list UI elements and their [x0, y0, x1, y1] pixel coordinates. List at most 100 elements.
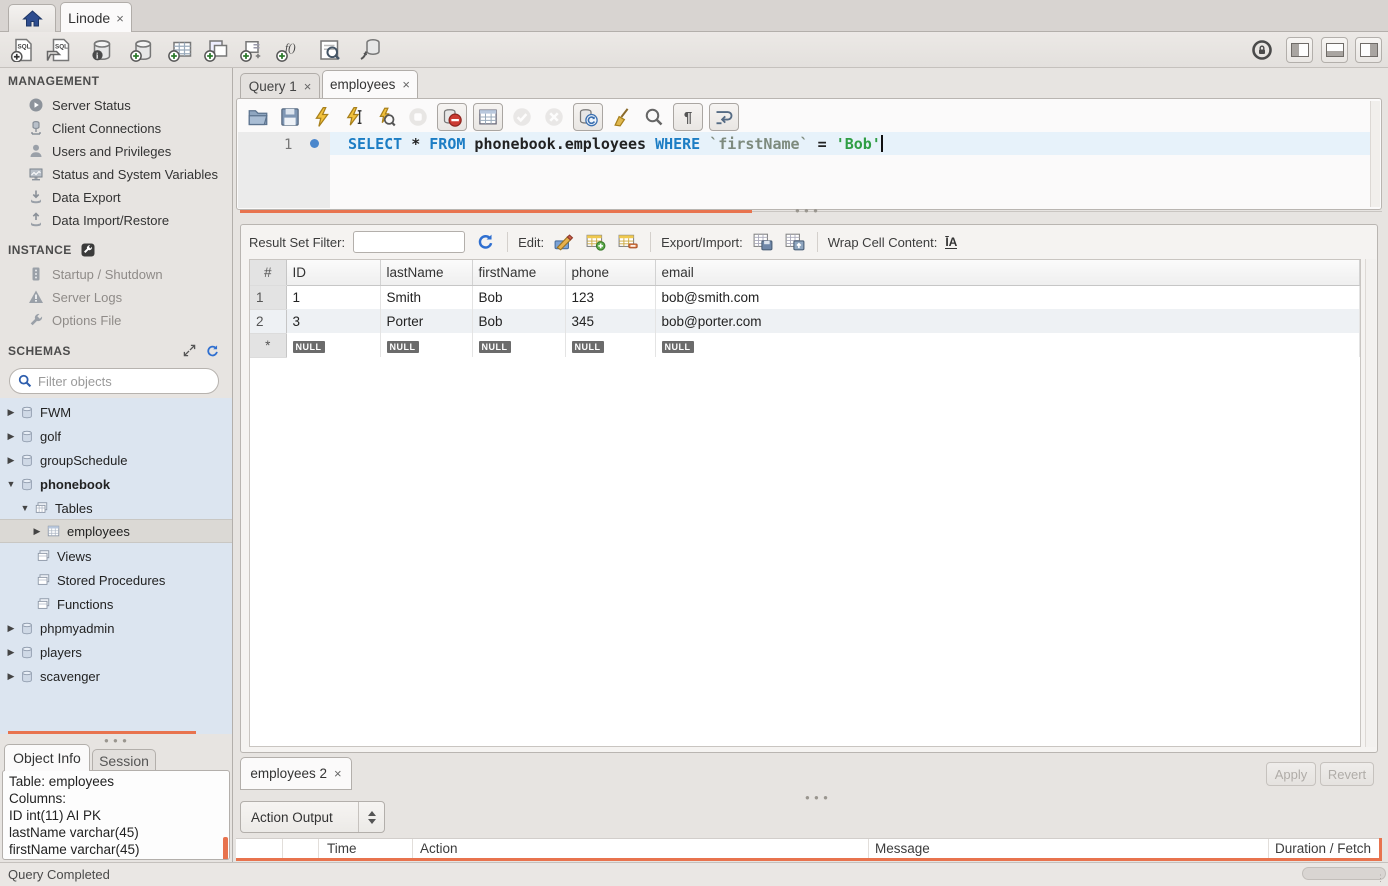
cell[interactable]: Smith — [380, 285, 472, 309]
create-table-button[interactable] — [166, 36, 194, 64]
chevron-right-icon[interactable]: ▶ — [6, 647, 16, 658]
chevron-right-icon[interactable]: ▶ — [32, 526, 42, 537]
splitter-grip[interactable]: ● ● ● — [805, 793, 829, 802]
wrap-text-toggle[interactable] — [709, 103, 739, 131]
col-header-id[interactable]: ID — [286, 260, 380, 285]
execute-button[interactable] — [309, 104, 335, 130]
autocommit-toggle[interactable] — [573, 103, 603, 131]
explain-button[interactable] — [373, 104, 399, 130]
resize-grip[interactable]: ⋮⋮ — [1376, 873, 1388, 884]
sidebar-item-users-privileges[interactable]: Users and Privileges — [28, 140, 228, 162]
col-header-rownum[interactable]: # — [250, 260, 286, 285]
refresh-icon[interactable] — [473, 231, 497, 253]
tree-node-functions[interactable]: Functions — [0, 592, 233, 616]
tab-employees-2[interactable]: employees 2 × — [240, 757, 352, 790]
result-set-filter-input[interactable] — [353, 231, 465, 253]
chevron-down-icon[interactable]: ▼ — [20, 503, 30, 513]
connection-tab-linode[interactable]: Linode × — [60, 2, 132, 33]
open-file-button[interactable] — [245, 104, 271, 130]
open-sql-script-button[interactable]: SQL — [44, 36, 72, 64]
tree-node-tables[interactable]: ▼ Tables — [0, 496, 233, 520]
output-col-action[interactable]: Action — [420, 841, 458, 856]
create-schema-button[interactable] — [128, 36, 156, 64]
create-procedure-button[interactable] — [238, 36, 266, 64]
create-function-button[interactable]: f() — [274, 36, 302, 64]
result-grid-scrollbar[interactable] — [1365, 259, 1376, 747]
chevron-right-icon[interactable]: ▶ — [6, 671, 16, 682]
null-badge[interactable]: NULL — [479, 341, 511, 353]
find-button[interactable] — [641, 104, 667, 130]
splitter-grip[interactable]: ● ● ● — [104, 736, 128, 745]
cell[interactable]: 123 — [565, 285, 655, 309]
editor-result-splitter[interactable] — [240, 210, 752, 213]
tab-session[interactable]: Session — [92, 749, 156, 771]
reconnect-dbms-button[interactable] — [356, 36, 384, 64]
tree-node-employees[interactable]: ▶ employees — [0, 519, 233, 543]
sidebar-item-status-system-variables[interactable]: Status and System Variables — [28, 163, 228, 185]
tree-node-fwm[interactable]: ▶ FWM — [0, 400, 233, 424]
export-recordset-button[interactable] — [751, 231, 775, 253]
grid-row-2[interactable]: 2 3 Porter Bob 345 bob@porter.com — [250, 309, 1360, 333]
close-icon[interactable]: × — [334, 766, 342, 781]
delete-row-button[interactable] — [616, 231, 640, 253]
tree-node-views[interactable]: Views — [0, 544, 233, 568]
null-badge[interactable]: NULL — [662, 341, 694, 353]
tab-object-info[interactable]: Object Info — [4, 744, 90, 771]
chevron-right-icon[interactable]: ▶ — [6, 431, 16, 442]
splitter-grip[interactable]: ● ● ● — [795, 206, 819, 215]
close-icon[interactable]: × — [116, 11, 124, 26]
sidebar-item-server-logs[interactable]: Server Logs — [28, 286, 228, 308]
beautify-button[interactable] — [609, 104, 635, 130]
tree-node-phonebook[interactable]: ▼ phonebook — [0, 472, 233, 496]
scrollbar-thumb[interactable] — [223, 837, 228, 860]
tree-node-stored-procedures[interactable]: Stored Procedures — [0, 568, 233, 592]
tree-node-phpmyadmin[interactable]: ▶ phpmyadmin — [0, 616, 233, 640]
cell[interactable]: 3 — [286, 309, 380, 333]
sidebar-item-server-status[interactable]: Server Status — [28, 94, 228, 116]
cell[interactable]: bob@smith.com — [655, 285, 1360, 309]
cell[interactable]: bob@porter.com — [655, 309, 1360, 333]
sidebar-item-client-connections[interactable]: Client Connections — [28, 117, 228, 139]
cell[interactable]: 1 — [286, 285, 380, 309]
tab-query-1[interactable]: Query 1 × — [240, 73, 320, 98]
grid-row-1[interactable]: 1 1 Smith Bob 123 bob@smith.com — [250, 285, 1360, 309]
new-sql-tab-button[interactable]: SQL — [8, 36, 36, 64]
import-recordset-button[interactable] — [783, 231, 807, 253]
close-icon[interactable]: × — [304, 79, 312, 94]
apply-button[interactable]: Apply — [1266, 762, 1316, 786]
close-icon[interactable]: × — [402, 77, 410, 92]
chevron-right-icon[interactable]: ▶ — [6, 455, 16, 466]
cell[interactable]: Porter — [380, 309, 472, 333]
execute-current-button[interactable] — [341, 104, 367, 130]
stop-on-error-toggle[interactable] — [437, 103, 467, 131]
col-header-phone[interactable]: phone — [565, 260, 655, 285]
sidebar-item-data-import[interactable]: Data Import/Restore — [28, 209, 228, 231]
output-col-time[interactable]: Time — [327, 841, 357, 856]
chevron-right-icon[interactable]: ▶ — [6, 623, 16, 634]
wrap-cell-content-toggle[interactable]: ĪA — [945, 236, 957, 249]
create-view-button[interactable] — [202, 36, 230, 64]
home-tab[interactable] — [8, 4, 56, 32]
cell[interactable]: Bob — [472, 309, 565, 333]
refresh-schemas-icon[interactable] — [205, 344, 219, 358]
null-badge[interactable]: NULL — [293, 341, 325, 353]
sidebar-splitter[interactable] — [8, 731, 196, 734]
null-badge[interactable]: NULL — [572, 341, 604, 353]
tree-node-golf[interactable]: ▶ golf — [0, 424, 233, 448]
sidebar-item-startup-shutdown[interactable]: Startup / Shutdown — [28, 263, 228, 285]
sidebar-item-options-file[interactable]: Options File — [28, 309, 228, 331]
null-badge[interactable]: NULL — [387, 341, 419, 353]
col-header-email[interactable]: email — [655, 260, 1360, 285]
cell[interactable]: 345 — [565, 309, 655, 333]
tree-node-scavenger[interactable]: ▶ scavenger — [0, 664, 233, 688]
edit-record-button[interactable] — [552, 231, 576, 253]
save-file-button[interactable] — [277, 104, 303, 130]
schema-filter-input[interactable] — [38, 374, 198, 389]
chevron-down-icon[interactable]: ▼ — [6, 479, 16, 489]
search-data-button[interactable] — [316, 36, 344, 64]
spinner-arrows-icon[interactable] — [358, 802, 384, 832]
chevron-right-icon[interactable]: ▶ — [6, 407, 16, 418]
sidebar-item-data-export[interactable]: Data Export — [28, 186, 228, 208]
output-col-duration[interactable]: Duration / Fetch — [1275, 841, 1371, 856]
tree-node-players[interactable]: ▶ players — [0, 640, 233, 664]
